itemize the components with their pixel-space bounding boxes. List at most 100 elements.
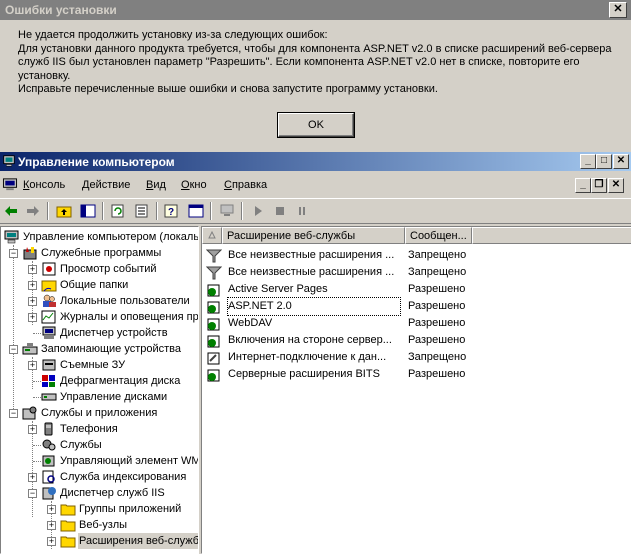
tree-item-label: Группы приложений — [79, 503, 182, 515]
console-icon[interactable] — [2, 177, 18, 192]
tree-collapse-toggle[interactable]: − — [9, 249, 18, 258]
start-button[interactable] — [248, 202, 268, 220]
extension-name: Все неизвестные расширения ... — [228, 266, 395, 278]
tree-item-label: Управляющий элемент WM — [60, 455, 199, 467]
forward-button[interactable] — [23, 202, 43, 220]
extension-name: Active Server Pages — [228, 283, 328, 295]
tree-expand-toggle[interactable]: + — [28, 281, 37, 290]
event-viewer-icon — [42, 262, 56, 276]
connect-button[interactable] — [217, 202, 237, 220]
extension-name: Все неизвестные расширения ... — [228, 249, 395, 261]
back-button[interactable] — [1, 202, 21, 220]
column-header-status[interactable]: Сообщен... — [405, 227, 472, 244]
defrag-icon — [42, 375, 55, 387]
list-item[interactable]: Active Server Pages Разрешено — [202, 281, 631, 298]
dialog-close-button[interactable]: ✕ — [609, 2, 627, 18]
computer-icon — [4, 230, 19, 244]
extensions-list: Расширение веб-службы Сообщен... Все неи… — [201, 226, 631, 554]
extension-name: Включения на стороне сервер... — [228, 334, 392, 346]
help-button[interactable]: ? — [162, 202, 182, 220]
tree-expand-toggle[interactable]: + — [47, 505, 56, 514]
refresh-button[interactable] — [108, 202, 128, 220]
funnel-icon — [206, 249, 222, 263]
folder-icon — [60, 520, 76, 532]
funnel-icon — [206, 266, 222, 280]
list-item[interactable]: Серверные расширения BITS Разрешено — [202, 366, 631, 383]
tree-expand-toggle[interactable]: + — [28, 425, 37, 434]
web-extension-icon — [207, 318, 220, 331]
up-level-button[interactable] — [54, 202, 74, 220]
blocked-extension-icon — [207, 352, 220, 365]
forward-arrow-icon — [27, 206, 39, 216]
removable-storage-icon — [42, 359, 56, 371]
tree-expand-toggle[interactable]: + — [28, 473, 37, 482]
pause-button[interactable] — [292, 202, 312, 220]
svg-text:?: ? — [168, 207, 174, 218]
indexing-icon — [42, 470, 55, 484]
help-icon: ? — [164, 204, 178, 218]
show-hide-tree-button[interactable] — [78, 202, 98, 220]
tree-expand-toggle[interactable]: + — [47, 537, 56, 546]
tree-collapse-toggle[interactable]: − — [9, 409, 18, 418]
telephony-icon — [44, 422, 53, 436]
window-minimize-button[interactable]: _ — [580, 154, 596, 169]
tree-expand-toggle[interactable]: + — [28, 297, 37, 306]
back-arrow-icon — [5, 206, 17, 216]
refresh-icon — [111, 204, 124, 218]
storage-icon — [22, 343, 38, 355]
export-list-button[interactable] — [132, 202, 152, 220]
properties-icon — [188, 204, 204, 218]
tree-item-label: Диспетчер служб IIS — [60, 487, 165, 499]
tree-expand-toggle[interactable]: + — [28, 265, 37, 274]
dialog-title: Ошибки установки — [5, 3, 117, 17]
stop-button[interactable] — [270, 202, 290, 220]
extension-status: Разрешено — [408, 317, 466, 329]
list-item[interactable]: Включения на стороне сервер... Разрешено — [202, 332, 631, 349]
ok-button[interactable]: OK — [278, 113, 354, 137]
tree-expand-toggle[interactable]: + — [28, 361, 37, 370]
properties-button[interactable] — [186, 202, 206, 220]
performance-logs-icon — [41, 310, 56, 324]
web-extension-icon — [207, 284, 220, 297]
extension-status: Запрещено — [408, 351, 467, 363]
menu-help[interactable]: Справка — [224, 179, 267, 191]
console-tree-icon — [80, 204, 96, 218]
extension-status: Запрещено — [408, 249, 467, 261]
child-close-button[interactable]: ✕ — [608, 178, 624, 193]
menu-console[interactable]: Консоль — [23, 179, 65, 191]
menu-window-hotkey: О — [181, 179, 190, 191]
list-item[interactable]: Все неизвестные расширения ... Запрещено — [202, 247, 631, 264]
window-close-button[interactable]: ✕ — [613, 154, 629, 169]
list-item[interactable]: Интернет-подключение к дан... Запрещено — [202, 349, 631, 366]
up-folder-icon — [56, 206, 72, 218]
tree-expand-toggle[interactable]: + — [47, 521, 56, 530]
extension-status: Разрешено — [408, 300, 466, 312]
extension-status: Разрешено — [408, 283, 466, 295]
child-minimize-button[interactable]: _ — [575, 178, 591, 193]
child-restore-button[interactable]: ❐ — [591, 178, 607, 193]
dialog-title-bar[interactable]: Ошибки установки ✕ — [0, 0, 631, 20]
menu-action[interactable]: Действие — [82, 179, 130, 191]
list-item[interactable]: Все неизвестные расширения ... Запрещено — [202, 264, 631, 281]
list-item[interactable]: WebDAV Разрешено — [202, 315, 631, 332]
web-extension-icon — [207, 301, 220, 314]
extension-status: Разрешено — [408, 334, 466, 346]
tree-collapse-toggle[interactable]: − — [28, 489, 37, 498]
pause-icon — [299, 207, 305, 215]
window-title-bar[interactable]: Управление компьютером _ □ ✕ — [0, 152, 631, 171]
disk-management-icon — [41, 393, 57, 401]
list-item-selected[interactable]: ASP.NET 2.0 Разрешено — [202, 297, 631, 316]
tree-expand-toggle[interactable]: + — [28, 313, 37, 322]
column-header-extension[interactable]: Расширение веб-службы — [222, 227, 405, 244]
computer-icon — [220, 204, 234, 216]
dialog-message-line: служб IIS был установлен параметр "Разре… — [18, 56, 580, 68]
menu-action-label: ействие — [89, 179, 131, 191]
tree-item-label: Дефрагментация диска — [60, 375, 181, 387]
computer-management-icon — [3, 155, 15, 167]
menu-view-label: ид — [153, 179, 166, 191]
menu-view[interactable]: Вид — [146, 179, 166, 191]
window-maximize-button[interactable]: □ — [596, 154, 612, 169]
menu-window[interactable]: Окно — [181, 179, 207, 191]
sort-indicator-header[interactable] — [202, 227, 222, 244]
tree-collapse-toggle[interactable]: − — [9, 345, 18, 354]
